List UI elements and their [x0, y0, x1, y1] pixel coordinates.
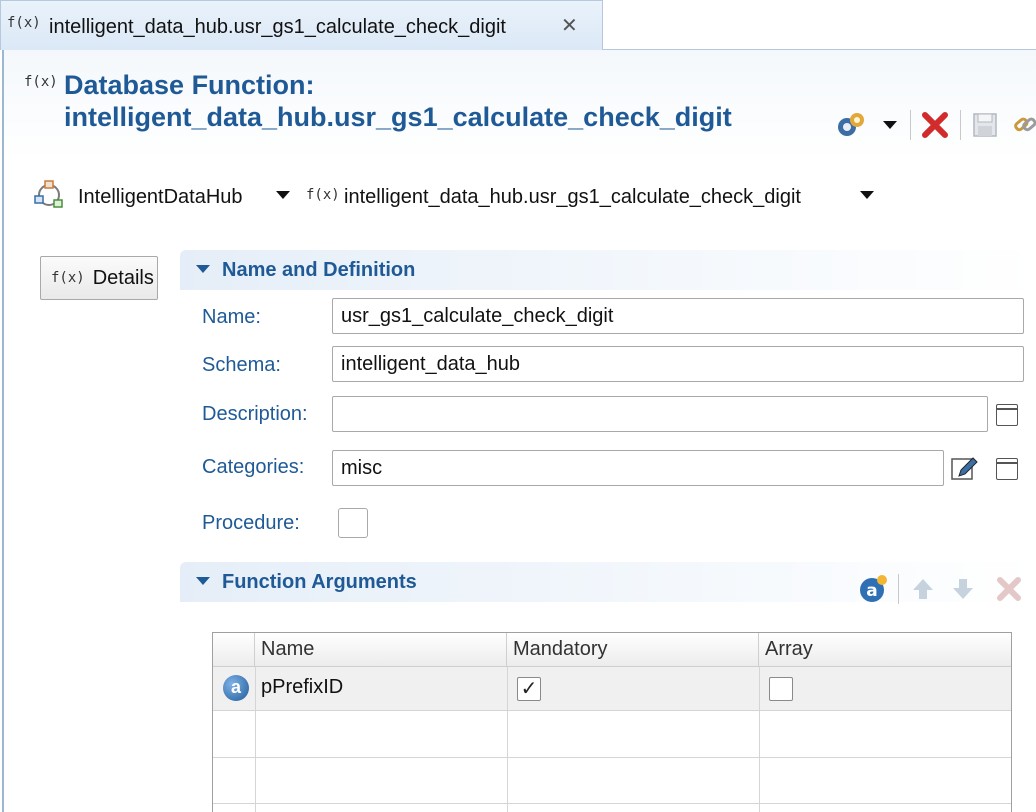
section-title: Name and Definition	[222, 259, 416, 281]
array-checkbox[interactable]	[769, 677, 793, 701]
argument-icon: a	[223, 675, 249, 701]
move-up-icon[interactable]	[908, 574, 938, 604]
procedure-label: Procedure:	[202, 512, 300, 534]
column-divider	[507, 667, 508, 812]
name-label: Name:	[202, 306, 261, 328]
editor-area: f(x) Database Function: intelligent_data…	[2, 50, 1036, 812]
tab-strip: f(x) intelligent_data_hub.usr_gs1_calcul…	[0, 0, 1036, 50]
section-title: Function Arguments	[222, 571, 417, 593]
chevron-down-icon[interactable]	[860, 191, 874, 199]
delete-icon[interactable]	[918, 110, 952, 140]
page-title-line1: Database Function:	[64, 70, 315, 100]
editor-tab[interactable]: f(x) intelligent_data_hub.usr_gs1_calcul…	[0, 0, 603, 50]
chevron-down-icon[interactable]	[878, 110, 902, 140]
save-icon[interactable]	[968, 110, 1002, 140]
toolbar-separator	[910, 110, 911, 140]
link-icon[interactable]	[1010, 110, 1036, 140]
expand-editor-icon[interactable]	[996, 458, 1018, 480]
project-icon	[34, 180, 64, 210]
column-header-name[interactable]: Name	[255, 633, 507, 667]
row-divider	[213, 757, 1011, 758]
toolbar-separator	[960, 110, 961, 140]
collapse-icon[interactable]	[196, 265, 210, 273]
section-name-definition[interactable]: Name and Definition	[180, 250, 1036, 290]
column-divider	[759, 667, 760, 812]
categories-input[interactable]	[332, 450, 944, 486]
mandatory-checkbox[interactable]: ✓	[517, 677, 541, 701]
collapse-icon[interactable]	[196, 577, 210, 585]
edit-icon[interactable]	[948, 453, 980, 485]
breadcrumb-function[interactable]: intelligent_data_hub.usr_gs1_calculate_c…	[344, 186, 801, 209]
expand-editor-icon[interactable]	[996, 404, 1018, 426]
svg-text:a: a	[866, 581, 877, 601]
details-button[interactable]: f(x) Details	[40, 256, 158, 300]
tab-strip-empty	[603, 0, 1036, 50]
schema-input[interactable]	[332, 346, 1024, 382]
procedure-checkbox[interactable]	[338, 508, 368, 538]
breadcrumb-project[interactable]: IntelligentDataHub	[78, 186, 243, 209]
row-divider	[213, 803, 1011, 804]
remove-argument-icon[interactable]	[994, 574, 1024, 604]
schema-label: Schema:	[202, 354, 281, 376]
function-icon: f(x)	[24, 74, 58, 90]
move-down-icon[interactable]	[948, 574, 978, 604]
details-label: Details	[92, 266, 154, 289]
categories-label: Categories:	[202, 456, 305, 478]
description-input[interactable]	[332, 396, 988, 432]
table-row[interactable]: a pPrefixID ✓	[213, 667, 1011, 711]
name-input[interactable]	[332, 298, 1024, 334]
column-divider	[255, 667, 256, 812]
function-icon: f(x)	[7, 15, 41, 31]
toolbar-separator	[898, 574, 899, 604]
add-argument-icon[interactable]: a	[856, 574, 890, 604]
editor-window: f(x) intelligent_data_hub.usr_gs1_calcul…	[0, 0, 1036, 812]
page-title-line2: intelligent_data_hub.usr_gs1_calculate_c…	[64, 102, 732, 132]
arguments-table: Name Mandatory Array a pPrefixID ✓	[212, 632, 1012, 812]
gears-icon[interactable]	[832, 110, 870, 140]
function-icon: f(x)	[306, 187, 340, 203]
column-header-array[interactable]: Array	[759, 633, 1011, 667]
description-label: Description:	[202, 403, 308, 425]
function-icon: f(x)	[51, 270, 85, 286]
table-header-corner	[213, 633, 255, 667]
chevron-down-icon[interactable]	[276, 191, 290, 199]
column-header-mandatory[interactable]: Mandatory	[507, 633, 759, 667]
tab-title: intelligent_data_hub.usr_gs1_calculate_c…	[49, 16, 506, 38]
argument-name[interactable]: pPrefixID	[261, 676, 343, 699]
close-icon[interactable]: ✕	[561, 13, 578, 38]
